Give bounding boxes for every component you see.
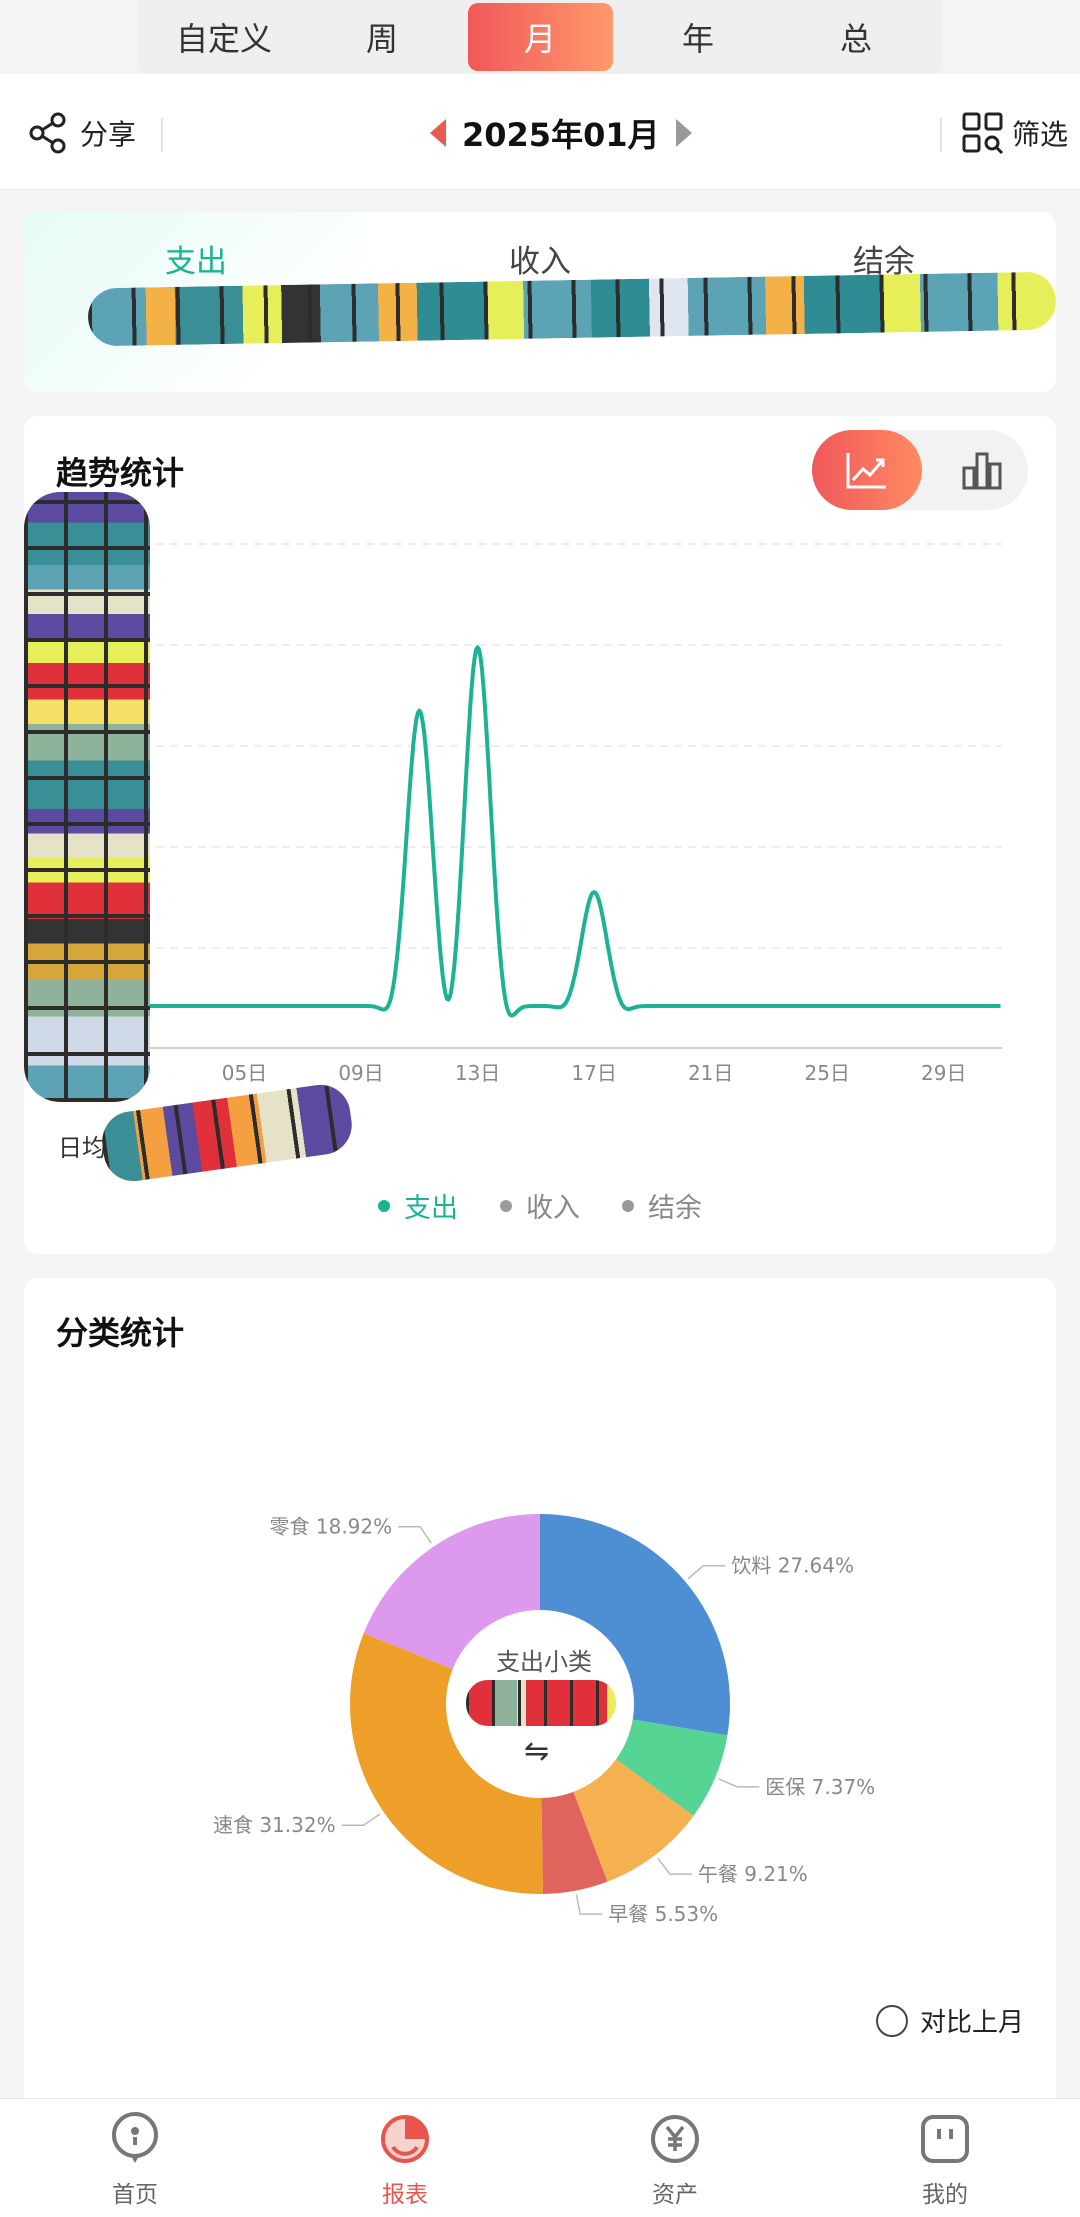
- bar-chart-button[interactable]: [942, 430, 1022, 510]
- x-tick-label: 17日: [571, 1061, 616, 1085]
- tab-expense[interactable]: 支出: [24, 236, 368, 281]
- category-card: 分类统计 饮料 27.64% 医保 7.37% 午餐 9.21% 早餐 5.53% 速食…: [24, 1278, 1056, 2217]
- tab-total[interactable]: 总: [784, 3, 929, 71]
- bar-chart-icon: [962, 452, 1002, 490]
- slice-label-leader: [575, 1894, 603, 1915]
- slice-label-leader: [398, 1525, 432, 1544]
- period-tabs: 自定义 周 月 年 总: [137, 0, 943, 74]
- slice-label-leader: [341, 1813, 381, 1826]
- nav-assets[interactable]: 资产: [585, 2099, 765, 2217]
- divider: [940, 118, 942, 152]
- swap-icon[interactable]: ⇋: [524, 1734, 549, 1769]
- x-tick-label: 09日: [338, 1061, 383, 1085]
- x-tick-label: 25日: [804, 1061, 849, 1085]
- redaction-scribble: [466, 1680, 616, 1726]
- trend-card: 01日05日09日13日17日21日25日29日 趋势统计 日均 支出 收入: [24, 416, 1056, 1254]
- legend-dot: [622, 1199, 634, 1212]
- compare-label: 对比上月: [920, 2008, 1025, 2038]
- bottom-nav: 首页 报表 资产 我的: [0, 2098, 1080, 2217]
- line-chart-button[interactable]: [812, 430, 922, 510]
- legend-dot: [500, 1199, 512, 1212]
- legend-dot: [378, 1199, 390, 1212]
- slice-label: 速食 31.32%: [213, 1813, 336, 1837]
- next-month-icon[interactable]: [675, 119, 692, 147]
- line-chart-icon: [846, 453, 886, 489]
- type-tabs-card: 支出 收入 结余: [24, 212, 1056, 392]
- nav-label: 报表: [382, 2182, 428, 2208]
- x-tick-label: 13日: [455, 1061, 500, 1085]
- category-donut-chart: 饮料 27.64% 医保 7.37% 午餐 9.21% 早餐 5.53% 速食 31.3…: [213, 1514, 875, 1926]
- slice-label: 饮料 27.64%: [731, 1554, 854, 1578]
- filter-button[interactable]: 筛选: [962, 112, 1068, 154]
- redaction-scribble: [24, 492, 150, 1102]
- slice-label: 零食 18.92%: [270, 1515, 393, 1539]
- nav-label: 资产: [652, 2182, 698, 2208]
- month-navigator: 2025年01月: [430, 110, 692, 156]
- compare-last-month[interactable]: 对比上月: [876, 2002, 1024, 2039]
- filter-label: 筛选: [1012, 118, 1069, 151]
- tab-year[interactable]: 年: [626, 3, 771, 71]
- filter-grid-icon: [962, 112, 1004, 154]
- share-label: 分享: [80, 118, 137, 151]
- slice-label: 早餐 5.53%: [608, 1902, 718, 1926]
- nav-report[interactable]: 报表: [315, 2099, 495, 2217]
- legend-balance[interactable]: 结余: [622, 1186, 702, 1225]
- x-tick-label: 21日: [688, 1061, 733, 1085]
- toolbar: 分享 2025年01月 筛选: [0, 74, 1080, 190]
- chart-type-toggle: [812, 430, 1028, 510]
- trend-legend: 支出 收入 结余: [24, 1186, 1056, 1225]
- yuan-coin-icon: [651, 2115, 699, 2163]
- x-tick-label: 29日: [921, 1061, 966, 1085]
- tab-week[interactable]: 周: [310, 3, 455, 71]
- legend-label: 支出: [404, 1193, 458, 1224]
- slice-label: 午餐 9.21%: [698, 1862, 808, 1886]
- trend-chart: 01日05日09日13日17日21日25日29日: [105, 543, 1002, 1085]
- slice-label: 医保 7.37%: [765, 1775, 875, 1799]
- legend-label: 结余: [648, 1193, 702, 1224]
- tab-month[interactable]: 月: [467, 3, 613, 71]
- nav-label: 我的: [922, 2182, 968, 2208]
- slice-label-leader: [687, 1564, 726, 1580]
- donut-center-label: 支出小类: [496, 1648, 592, 1676]
- tab-income[interactable]: 收入: [368, 236, 712, 281]
- share-icon: [29, 112, 66, 154]
- x-tick-label: 05日: [222, 1061, 267, 1085]
- report-pie-icon: [381, 2115, 429, 2163]
- slice-label-leader: [718, 1778, 760, 1788]
- nav-home[interactable]: 首页: [45, 2099, 225, 2217]
- legend-label: 收入: [526, 1193, 580, 1224]
- legend-income[interactable]: 收入: [500, 1186, 580, 1225]
- nav-label: 首页: [112, 2182, 158, 2208]
- share-button[interactable]: 分享: [28, 112, 136, 154]
- nav-mine[interactable]: 我的: [855, 2099, 1035, 2217]
- profile-face-icon: [921, 2115, 969, 2163]
- prev-month-icon[interactable]: [430, 119, 446, 147]
- expense-series-line: [127, 645, 1002, 1018]
- slice-label-leader: [657, 1857, 692, 1875]
- tab-custom[interactable]: 自定义: [152, 3, 297, 71]
- divider: [161, 118, 163, 152]
- compare-radio[interactable]: [876, 2004, 908, 2037]
- home-pin-icon: [112, 2112, 158, 2163]
- daily-average-label: 日均: [58, 1134, 106, 1162]
- trend-title: 趋势统计: [56, 454, 185, 492]
- legend-expense[interactable]: 支出: [378, 1186, 458, 1225]
- month-label[interactable]: 2025年01月: [462, 110, 660, 156]
